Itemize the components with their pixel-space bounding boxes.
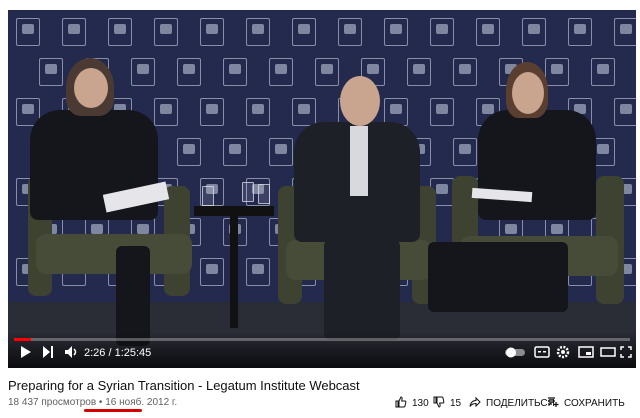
- backdrop-logo: [200, 98, 224, 126]
- autoplay-toggle-icon[interactable]: [504, 345, 526, 363]
- backdrop-logo: [269, 58, 293, 86]
- theater-icon[interactable]: [600, 345, 616, 363]
- video-player[interactable]: 2:26 / 1:25:45: [8, 10, 636, 368]
- man-shirt: [350, 126, 368, 196]
- dislike-button[interactable]: 15: [432, 396, 461, 410]
- backdrop-logo: [292, 98, 316, 126]
- backdrop-logo: [614, 98, 636, 126]
- thumbs-up-icon: [394, 395, 407, 411]
- dislike-count: 15: [450, 397, 462, 409]
- play-icon[interactable]: [20, 345, 32, 363]
- next-icon[interactable]: [42, 345, 54, 363]
- backdrop-logo: [591, 58, 615, 86]
- save-label: СОХРАНИТЬ: [564, 397, 625, 409]
- backdrop-logo: [430, 18, 454, 46]
- chair-left-seat: [36, 234, 192, 274]
- backdrop-logo: [430, 98, 454, 126]
- water-glass: [258, 184, 270, 204]
- time-separator: /: [105, 347, 115, 359]
- video-frame: [8, 10, 636, 368]
- backdrop-logo: [108, 18, 132, 46]
- backdrop-logo: [223, 138, 247, 166]
- backdrop-logo: [407, 58, 431, 86]
- backdrop-logo: [154, 18, 178, 46]
- like-button[interactable]: 130: [394, 395, 429, 411]
- save-playlist-icon: [546, 396, 559, 411]
- backdrop-logo: [200, 258, 224, 286]
- backdrop-logo: [16, 18, 40, 46]
- time-current: 2:26: [84, 347, 106, 359]
- backdrop-logo: [269, 138, 293, 166]
- backdrop-logo: [338, 18, 362, 46]
- red-annotation-underline: [84, 409, 142, 412]
- backdrop-logo: [177, 138, 201, 166]
- upload-date: 16 нояб. 2012 г.: [105, 397, 178, 408]
- woman-right-face: [512, 72, 544, 114]
- view-count: 18 437 просмотров: [8, 397, 97, 408]
- backdrop-logo: [177, 58, 201, 86]
- backdrop-logo: [246, 98, 270, 126]
- side-table: [194, 206, 274, 216]
- water-glass: [202, 186, 214, 206]
- backdrop-logo: [453, 138, 477, 166]
- woman-right-legs: [428, 242, 568, 312]
- man-center-legs: [324, 240, 400, 340]
- backdrop-logo: [614, 18, 636, 46]
- water-glass: [242, 182, 254, 202]
- woman-left-boots: [116, 246, 150, 346]
- player-controls: 2:26 / 1:25:45: [8, 332, 636, 368]
- backdrop-logo: [453, 58, 477, 86]
- share-button[interactable]: ПОДЕЛИТЬСЯ: [468, 396, 555, 410]
- backdrop-logo: [223, 58, 247, 86]
- subtitles-icon[interactable]: [534, 345, 550, 363]
- progress-played: [14, 338, 31, 341]
- share-label: ПОДЕЛИТЬСЯ: [486, 397, 555, 409]
- like-count: 130: [412, 397, 429, 409]
- backdrop-logo: [39, 58, 63, 86]
- miniplayer-icon[interactable]: [578, 345, 594, 363]
- backdrop-logo: [545, 58, 569, 86]
- backdrop-logo: [154, 98, 178, 126]
- share-icon: [468, 396, 481, 411]
- backdrop-logo: [568, 18, 592, 46]
- backdrop-logo: [200, 18, 224, 46]
- woman-right-body: [478, 110, 596, 220]
- time-total: 1:25:45: [114, 347, 152, 359]
- fullscreen-icon[interactable]: [620, 345, 632, 363]
- meta-separator: •: [98, 397, 103, 408]
- time-display: 2:26 / 1:25:45: [84, 346, 151, 360]
- settings-icon[interactable]: [556, 345, 570, 363]
- backdrop-logo: [315, 58, 339, 86]
- backdrop-logo: [246, 258, 270, 286]
- thumbs-down-icon: [432, 396, 445, 411]
- man-center-face: [340, 76, 380, 126]
- backdrop-logo: [384, 18, 408, 46]
- backdrop-logo: [246, 18, 270, 46]
- backdrop-logo: [292, 18, 316, 46]
- video-meta: 18 437 просмотров • 16 нояб. 2012 г.: [8, 397, 177, 408]
- save-button[interactable]: СОХРАНИТЬ: [546, 396, 625, 410]
- backdrop-logo: [522, 18, 546, 46]
- volume-icon[interactable]: [64, 345, 78, 363]
- video-title: Preparing for a Syrian Transition - Lega…: [8, 378, 360, 393]
- backdrop-logo: [62, 18, 86, 46]
- woman-left-face: [74, 68, 108, 108]
- backdrop-logo: [476, 18, 500, 46]
- progress-bar[interactable]: [14, 338, 630, 341]
- backdrop-logo: [131, 58, 155, 86]
- side-table-leg: [230, 216, 238, 328]
